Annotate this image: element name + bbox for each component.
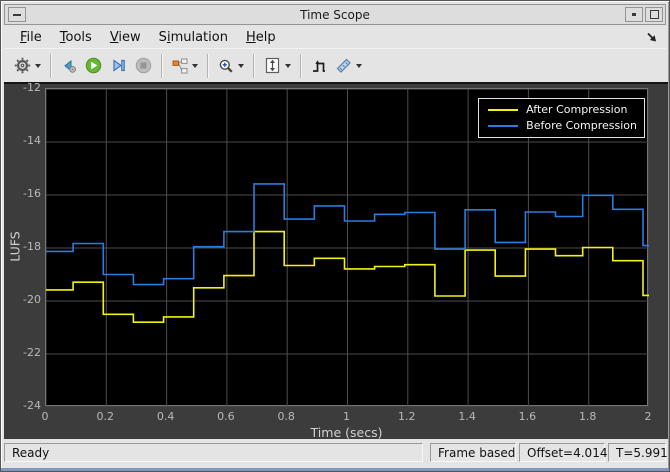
ruler-icon — [336, 58, 351, 73]
y-tick-label: -18 — [23, 240, 41, 253]
status-offset: Offset=4.014 — [519, 443, 607, 462]
scale-axes-icon — [265, 57, 280, 74]
maximize-icon — [649, 10, 659, 19]
maximize-button[interactable] — [645, 7, 663, 22]
zoom-in-icon — [219, 59, 233, 73]
toolbar-separator — [207, 53, 209, 78]
status-time: T=5.991 — [608, 443, 668, 462]
after-compression-line-swatch — [488, 108, 519, 111]
scale-axes-dropdown-caret — [285, 63, 291, 68]
y-tick-label: -22 — [23, 346, 41, 359]
step-back-button[interactable] — [57, 53, 81, 79]
menu-view[interactable]: View — [101, 28, 150, 47]
trigger-button[interactable] — [307, 53, 331, 79]
x-tick-label: 0.8 — [277, 410, 295, 423]
legend[interactable]: After Compression Before Compression — [478, 98, 645, 138]
y-axis-ticks: -12 -14 -16 -18 -20 -22 -24 — [15, 82, 41, 412]
y-tick-label: -24 — [23, 399, 41, 412]
step-forward-icon — [113, 59, 125, 72]
measurements-dropdown-caret — [356, 63, 362, 68]
legend-item-before-compression: Before Compression — [488, 119, 637, 132]
gear-icon — [14, 57, 31, 74]
x-tick-label: 0.4 — [156, 410, 175, 423]
window-title: Time Scope — [300, 7, 370, 22]
minimize-icon — [632, 13, 636, 16]
dock-button[interactable] — [645, 30, 659, 44]
toolbar-separator — [300, 53, 302, 78]
minimize-button[interactable] — [625, 7, 643, 22]
window-menu-button[interactable] — [8, 7, 26, 22]
legend-item-after-compression: After Compression — [488, 103, 637, 116]
menu-bar: File Tools View Simulation Help — [4, 27, 666, 48]
scale-axes-button[interactable] — [260, 53, 295, 79]
legend-label: Before Compression — [526, 119, 637, 132]
status-ready: Ready — [4, 443, 423, 462]
step-forward-button[interactable] — [106, 53, 131, 79]
toolbar-separator — [50, 53, 52, 78]
y-tick-label: -16 — [23, 187, 41, 200]
menu-simulation[interactable]: Simulation — [150, 28, 237, 47]
settings-button[interactable] — [10, 53, 45, 79]
window-menu-icon — [13, 13, 21, 16]
stop-button[interactable] — [131, 53, 156, 79]
toolbar-separator — [161, 53, 163, 78]
menu-help[interactable]: Help — [237, 28, 285, 47]
x-tick-label: 1.6 — [518, 410, 537, 423]
x-tick-label: 1.4 — [458, 410, 476, 423]
x-tick-label: 0.2 — [96, 410, 115, 423]
legend-label: After Compression — [526, 103, 628, 116]
time-scope-window: Time Scope File Tools View Simulation He… — [0, 0, 670, 472]
measurements-button[interactable] — [331, 53, 366, 79]
window-bottom-edge — [1, 468, 669, 471]
x-tick-label: 0 — [41, 410, 49, 423]
x-tick-label: 0.6 — [217, 410, 235, 423]
x-tick-label: 2 — [644, 410, 652, 423]
toolbar — [4, 48, 666, 82]
run-icon — [85, 57, 102, 74]
title-bar: Time Scope — [4, 4, 666, 25]
x-tick-label: 1 — [343, 410, 350, 423]
before-compression-line-swatch — [488, 124, 519, 127]
y-tick-label: -12 — [23, 81, 41, 94]
signal-selector-icon — [172, 58, 188, 74]
y-tick-label: -14 — [23, 134, 41, 147]
x-tick-label: 1.2 — [398, 410, 416, 423]
plot-area[interactable]: After Compression Before Compression — [45, 88, 649, 407]
zoom-in-button[interactable] — [214, 53, 248, 79]
menu-file[interactable]: File — [11, 28, 51, 47]
settings-dropdown-caret — [35, 63, 41, 68]
trigger-icon — [313, 59, 325, 72]
status-bar: Ready Frame based Offset=4.014 T=5.991 — [4, 441, 668, 464]
dock-arrow-icon — [647, 32, 656, 42]
signal-selector-button[interactable] — [168, 53, 202, 79]
signal-selector-dropdown-caret — [192, 63, 198, 68]
y-tick-label: -20 — [23, 293, 41, 306]
zoom-dropdown-caret — [238, 63, 244, 68]
x-axis-ticks: 0 0.2 0.4 0.6 0.8 1 1.2 1.4 1.6 1.8 2 — [41, 410, 652, 425]
status-frame-based: Frame based — [430, 443, 516, 462]
toolbar-separator — [253, 53, 255, 78]
stop-icon — [135, 57, 152, 74]
menu-tools[interactable]: Tools — [51, 28, 101, 47]
scope-canvas: LUFS -12 -14 -16 -18 -20 -22 -24 After Compres… — [4, 82, 668, 440]
x-tick-label: 1.8 — [578, 410, 597, 423]
step-back-icon — [64, 59, 77, 73]
run-button[interactable] — [81, 53, 106, 79]
x-axis-label: Time (secs) — [310, 425, 383, 440]
